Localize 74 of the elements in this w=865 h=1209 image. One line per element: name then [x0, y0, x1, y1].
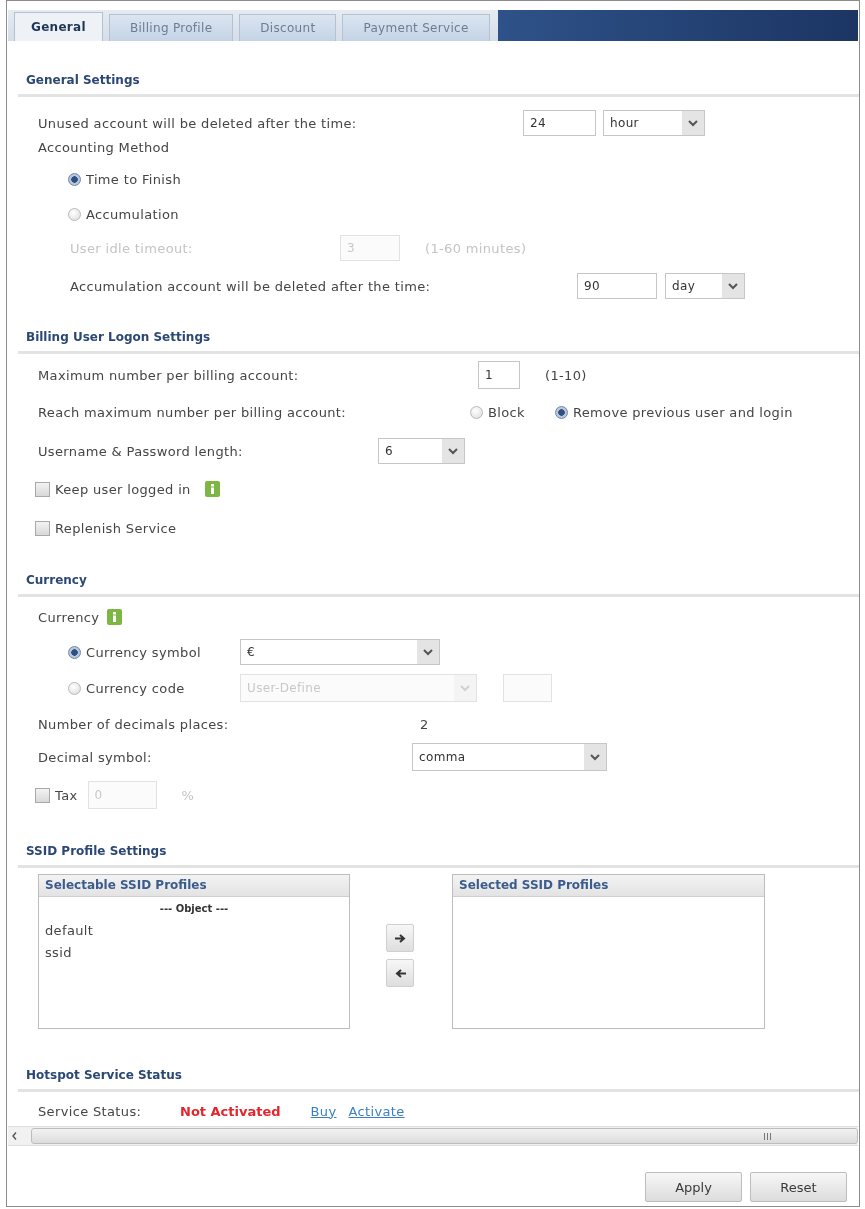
list-header: Selected SSID Profiles — [453, 875, 764, 897]
list-item[interactable]: ssid — [39, 942, 349, 964]
tab[interactable]: General — [14, 12, 103, 41]
list-header: Selectable SSID Profiles — [39, 875, 349, 897]
action-button[interactable]: Apply — [645, 1172, 742, 1202]
action-button[interactable]: Reset — [750, 1172, 847, 1202]
percent-unit: % — [181, 787, 195, 803]
chevron-down-icon — [454, 675, 476, 701]
checkbox[interactable] — [35, 481, 50, 497]
option-label: Time to Finish — [86, 171, 182, 187]
radio-button[interactable] — [470, 405, 483, 419]
decimal-symbol-select[interactable]: comma — [412, 743, 607, 771]
horizontal-scrollbar[interactable] — [8, 1126, 858, 1146]
currency-symbol-select[interactable]: € — [240, 639, 440, 665]
section-heading: Billing User Logon Settings — [18, 323, 859, 354]
unit-select[interactable]: hour — [603, 110, 705, 136]
option-label: Block — [488, 404, 525, 420]
arrow-left-icon — [394, 968, 406, 978]
field-label: Service Status: — [38, 1103, 143, 1119]
unit-select[interactable]: day — [665, 273, 745, 299]
field-label: Number of decimals places: — [38, 716, 230, 732]
checkbox-label: Tax — [55, 787, 78, 803]
field-label: User idle timeout: — [70, 240, 194, 256]
list-item[interactable]: default — [39, 920, 349, 942]
radio-button[interactable] — [68, 681, 81, 695]
checkbox-label: Keep user logged in — [55, 481, 191, 497]
arrow-right-icon — [394, 933, 406, 943]
radio-button[interactable] — [554, 405, 568, 419]
info-icon[interactable] — [107, 609, 123, 625]
radio-button[interactable] — [68, 207, 81, 221]
field-label: Accumulation account will be deleted after the time: — [70, 278, 432, 294]
grip-icon — [764, 1132, 771, 1140]
checkbox[interactable] — [35, 520, 50, 536]
scrollbar-thumb[interactable] — [31, 1128, 858, 1144]
field-label: Accounting Method — [38, 139, 170, 155]
checkbox-label: Replenish Service — [55, 520, 177, 536]
field-label: Username & Password length: — [38, 443, 244, 459]
checkbox[interactable] — [35, 787, 50, 803]
status-text: Not Activated — [180, 1103, 281, 1119]
chevron-down-icon — [417, 640, 439, 664]
range-hint: (1-60 minutes) — [425, 240, 527, 256]
range-hint: (1-10) — [545, 367, 587, 383]
field-label: Currency — [38, 609, 100, 625]
option-label: Accumulation — [86, 206, 179, 222]
option-label: Currency symbol — [86, 644, 202, 660]
chevron-down-icon — [442, 439, 464, 463]
time-field[interactable]: 24 — [523, 110, 596, 136]
chevron-down-icon — [682, 111, 704, 135]
section-heading: SSID Profile Settings — [18, 837, 859, 868]
caret-left-icon — [12, 1132, 17, 1140]
field-label: Maximum number per billing account: — [38, 367, 300, 383]
section-heading: General Settings — [18, 66, 859, 97]
option-label: Currency code — [86, 680, 186, 696]
chevron-down-icon — [584, 744, 606, 770]
time-field[interactable]: 90 — [577, 273, 657, 299]
field-label: Decimal symbol: — [38, 749, 153, 765]
section-heading: Currency — [18, 566, 859, 597]
radio-button[interactable] — [68, 172, 81, 186]
chevron-down-icon — [722, 274, 744, 298]
group-label: --- Object --- — [158, 902, 230, 916]
info-icon[interactable] — [204, 481, 220, 497]
length-select[interactable]: 6 — [378, 438, 465, 464]
decimals-value: 2 — [420, 716, 429, 732]
field-label: Unused account will be deleted after the time: — [38, 115, 358, 131]
action-link[interactable]: Buy — [310, 1103, 337, 1119]
currency-code-field[interactable] — [503, 674, 552, 702]
field-label: Reach maximum number per billing account: — [38, 404, 347, 420]
remove-button[interactable] — [386, 959, 414, 987]
number-field[interactable]: 1 — [478, 361, 520, 389]
section-heading: Hotspot Service Status — [18, 1061, 859, 1092]
action-link[interactable]: Activate — [348, 1103, 405, 1119]
radio-button[interactable] — [68, 645, 81, 659]
add-button[interactable] — [386, 924, 414, 952]
option-label: Remove previous user and login — [572, 404, 793, 420]
